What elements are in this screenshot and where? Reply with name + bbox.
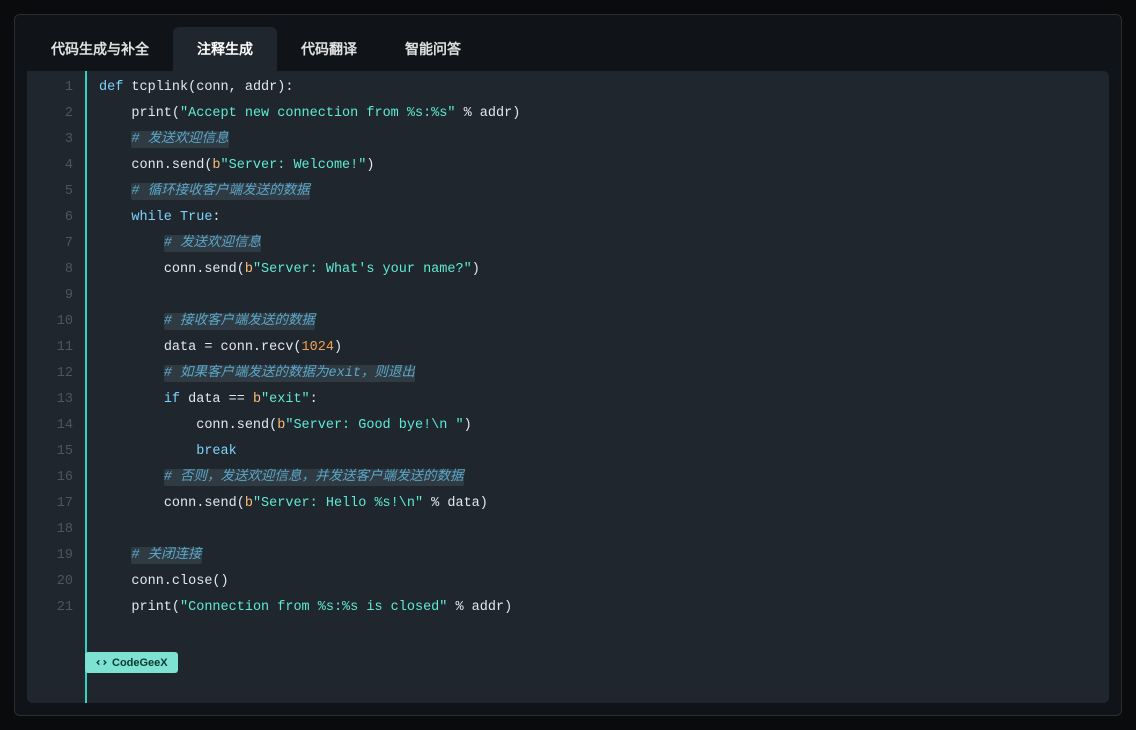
line-number: 17 xyxy=(27,491,73,517)
tab-comment-generation[interactable]: 注释生成 xyxy=(173,27,277,71)
code-line: conn.send(b"Server: Welcome!") xyxy=(99,153,1109,179)
line-number: 5 xyxy=(27,179,73,205)
code-line: # 否则，发送欢迎信息，并发送客户端发送的数据 xyxy=(99,465,1109,491)
line-number: 20 xyxy=(27,569,73,595)
line-number: 15 xyxy=(27,439,73,465)
code-line: conn.close() xyxy=(99,569,1109,595)
code-line xyxy=(99,283,1109,309)
codegeex-icon xyxy=(95,656,108,669)
editor-container: 123456789101112131415161718192021 def tc… xyxy=(27,71,1109,703)
tab-code-translation[interactable]: 代码翻译 xyxy=(277,27,381,71)
code-line: while True: xyxy=(99,205,1109,231)
line-number: 14 xyxy=(27,413,73,439)
line-number: 6 xyxy=(27,205,73,231)
code-line: # 如果客户端发送的数据为exit，则退出 xyxy=(99,361,1109,387)
code-area[interactable]: def tcplink(conn, addr): print("Accept n… xyxy=(85,71,1109,703)
line-number: 10 xyxy=(27,309,73,335)
line-number: 3 xyxy=(27,127,73,153)
code-line: conn.send(b"Server: Hello %s!\n" % data) xyxy=(99,491,1109,517)
code-line: print("Connection from %s:%s is closed" … xyxy=(99,595,1109,621)
codegeex-badge[interactable]: CodeGeeX xyxy=(85,652,178,673)
badge-label: CodeGeeX xyxy=(112,657,168,669)
code-line: # 发送欢迎信息 xyxy=(99,127,1109,153)
code-line: # 循环接收客户端发送的数据 xyxy=(99,179,1109,205)
line-number: 4 xyxy=(27,153,73,179)
line-number: 1 xyxy=(27,75,73,101)
line-number: 9 xyxy=(27,283,73,309)
code-line: if data == b"exit": xyxy=(99,387,1109,413)
line-number: 12 xyxy=(27,361,73,387)
line-number: 21 xyxy=(27,595,73,621)
line-number: 2 xyxy=(27,101,73,127)
code-line: # 接收客户端发送的数据 xyxy=(99,309,1109,335)
code-line xyxy=(99,517,1109,543)
line-number: 18 xyxy=(27,517,73,543)
code-line: break xyxy=(99,439,1109,465)
code-line: # 关闭连接 xyxy=(99,543,1109,569)
code-line: # 发送欢迎信息 xyxy=(99,231,1109,257)
code-line: data = conn.recv(1024) xyxy=(99,335,1109,361)
code-line: conn.send(b"Server: What's your name?") xyxy=(99,257,1109,283)
line-number: 7 xyxy=(27,231,73,257)
tab-bar: 代码生成与补全 注释生成 代码翻译 智能问答 xyxy=(15,15,1121,71)
code-line: def tcplink(conn, addr): xyxy=(99,75,1109,101)
line-number-gutter: 123456789101112131415161718192021 xyxy=(27,71,85,703)
line-number: 8 xyxy=(27,257,73,283)
code-editor[interactable]: 123456789101112131415161718192021 def tc… xyxy=(27,71,1109,703)
tab-code-generation[interactable]: 代码生成与补全 xyxy=(27,27,173,71)
code-line: conn.send(b"Server: Good bye!\n ") xyxy=(99,413,1109,439)
line-number: 16 xyxy=(27,465,73,491)
line-number: 19 xyxy=(27,543,73,569)
line-number: 11 xyxy=(27,335,73,361)
line-number: 13 xyxy=(27,387,73,413)
tab-qa[interactable]: 智能问答 xyxy=(381,27,485,71)
main-panel: 代码生成与补全 注释生成 代码翻译 智能问答 12345678910111213… xyxy=(14,14,1122,716)
code-line: print("Accept new connection from %s:%s"… xyxy=(99,101,1109,127)
